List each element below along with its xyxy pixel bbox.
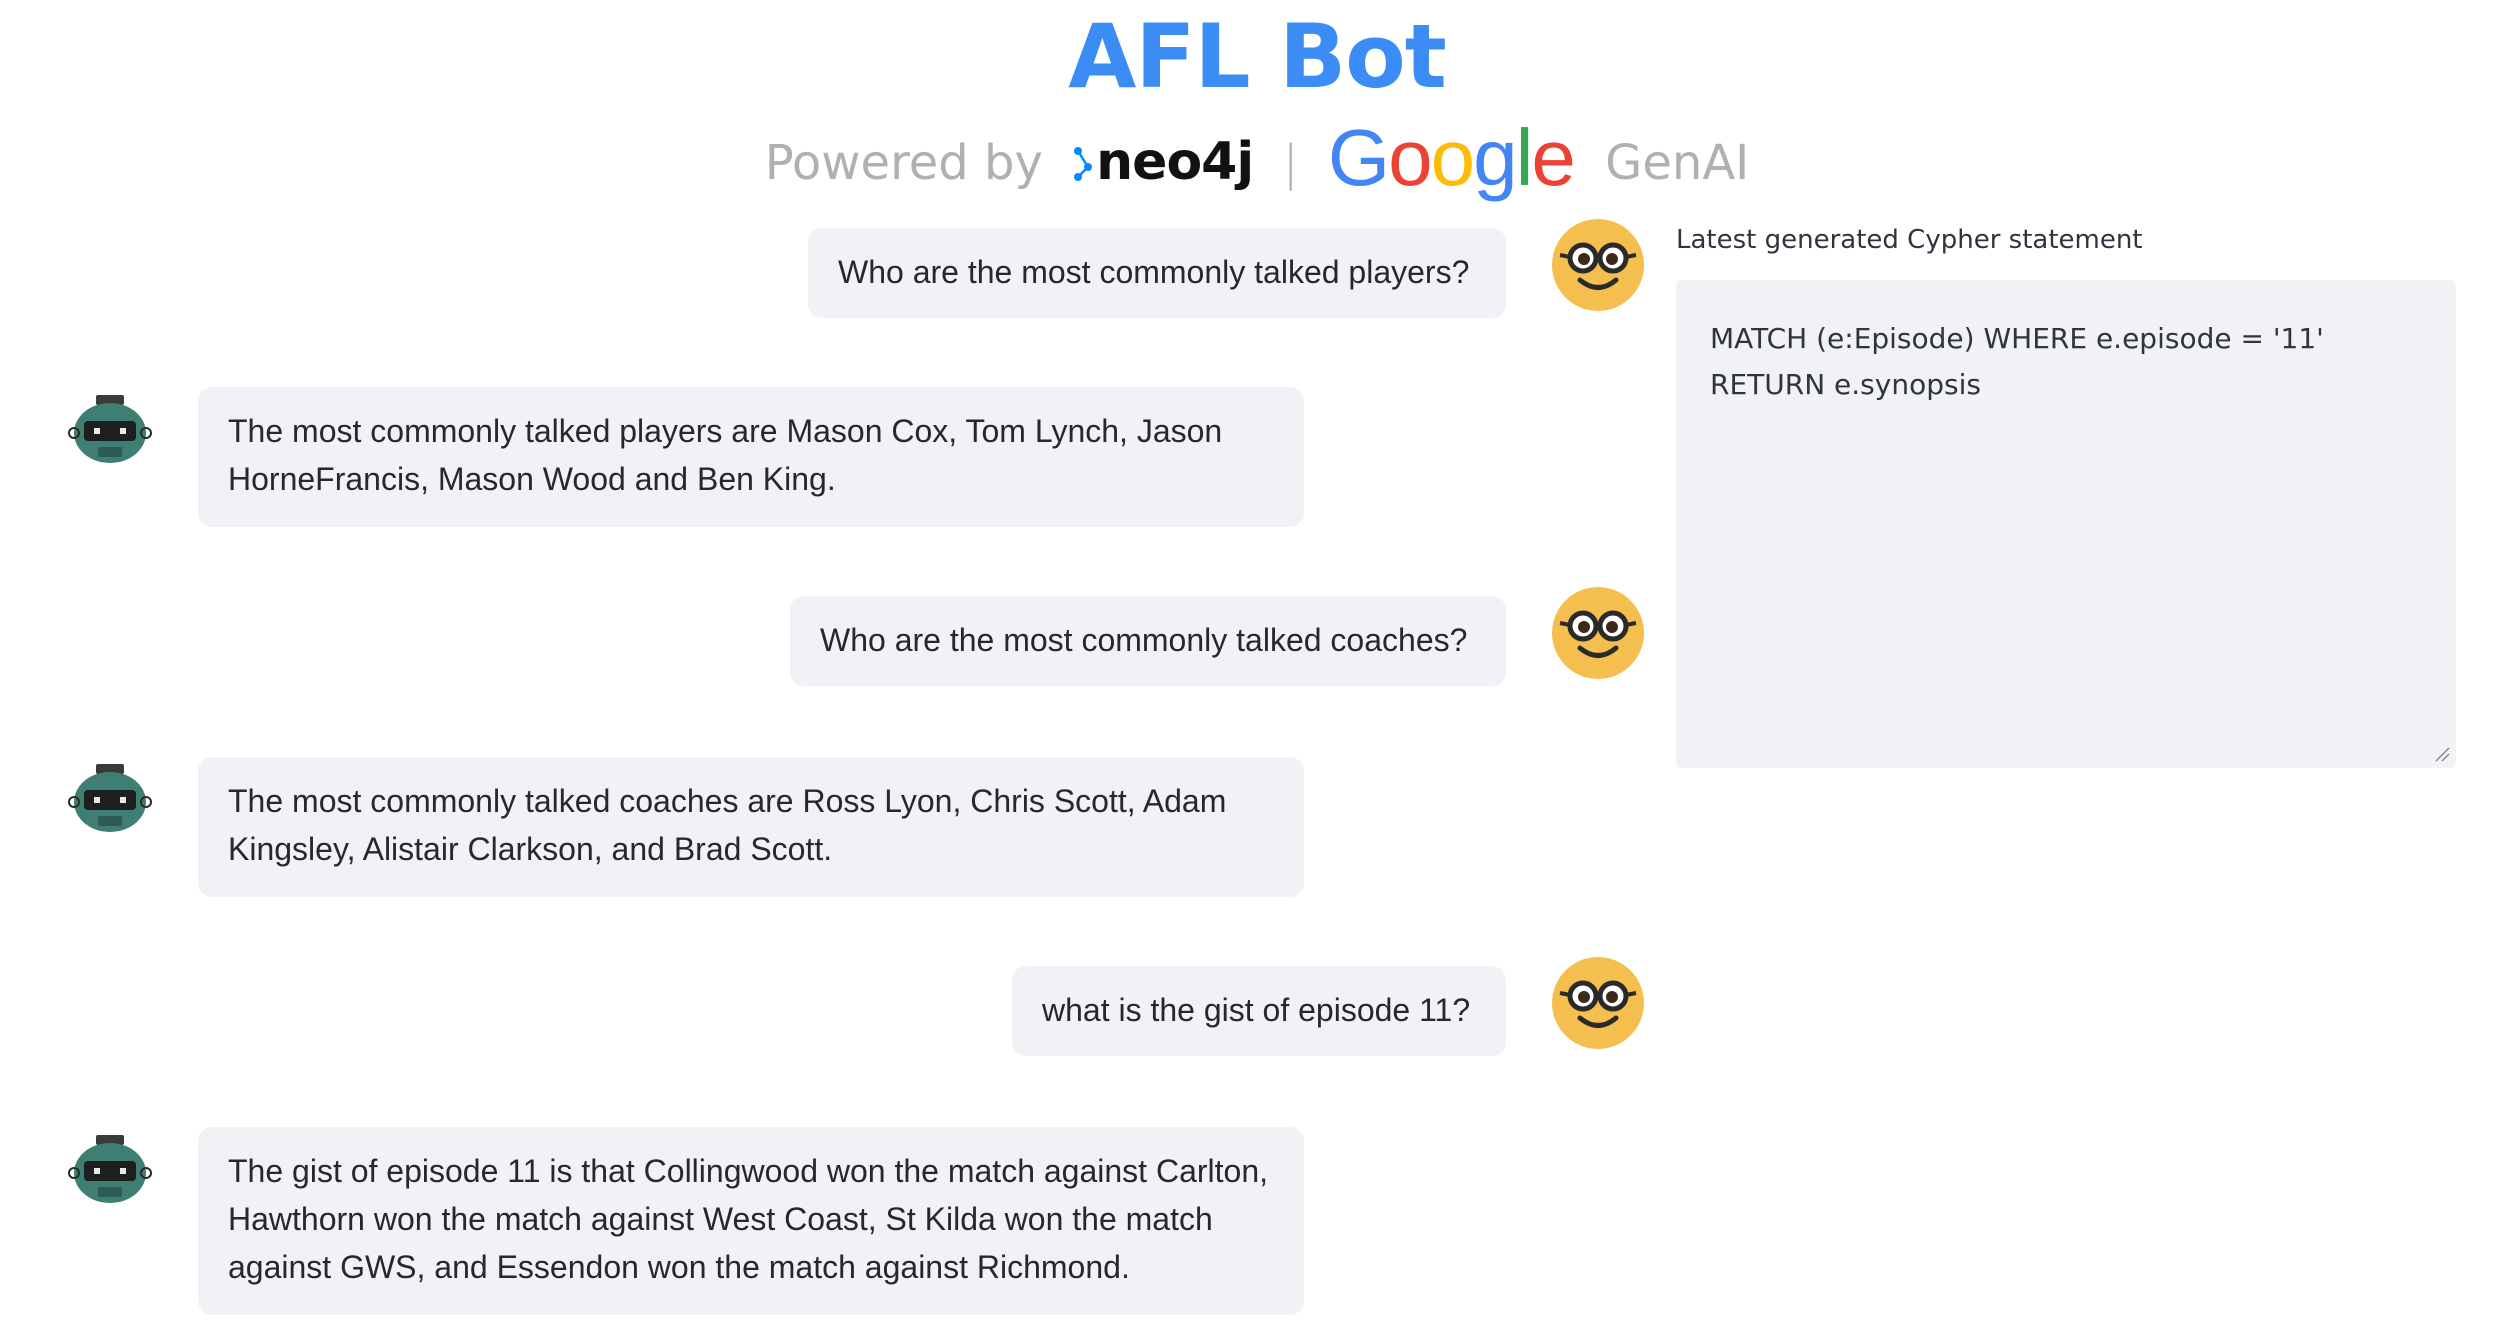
google-logo: Google	[1327, 113, 1576, 202]
cypher-label: Latest generated Cypher statement	[1676, 225, 2143, 255]
assistant-message: The most commonly talked coaches are Ros…	[198, 757, 1304, 897]
page-title: AFL Bot	[1068, 5, 1447, 108]
message-text: The most commonly talked players are Mas…	[228, 413, 1223, 497]
nerd-face-icon	[1552, 219, 1644, 311]
robot-icon	[68, 1135, 152, 1203]
robot-icon	[68, 764, 152, 832]
message-text: Who are the most commonly talked coaches…	[820, 622, 1468, 658]
nerd-face-icon	[1552, 587, 1644, 679]
user-message: what is the gist of episode 11?	[1012, 966, 1506, 1056]
user-message: Who are the most commonly talked players…	[808, 228, 1506, 318]
nerd-face-icon	[1552, 957, 1644, 1049]
user-message: Who are the most commonly talked coaches…	[790, 596, 1506, 686]
neo4j-wordmark: neo4j	[1096, 132, 1254, 192]
app-page: AFL Bot Powered by neo4j | Google GenAI …	[0, 0, 2514, 1336]
neo4j-logo: neo4j	[1072, 132, 1268, 192]
cypher-statement: MATCH (e:Episode) WHERE e.episode = '11'…	[1710, 322, 2324, 401]
message-text: what is the gist of episode 11?	[1042, 992, 1471, 1028]
neo4j-graph-icon	[1074, 147, 1093, 181]
message-text: Who are the most commonly talked players…	[838, 254, 1470, 290]
assistant-message: The most commonly talked players are Mas…	[198, 387, 1304, 527]
cypher-textarea[interactable]: MATCH (e:Episode) WHERE e.episode = '11'…	[1676, 280, 2456, 768]
message-text: The gist of episode 11 is that Collingwo…	[228, 1153, 1268, 1285]
logo-separator: |	[1282, 135, 1299, 191]
assistant-message: The gist of episode 11 is that Collingwo…	[198, 1127, 1304, 1315]
message-text: The most commonly talked coaches are Ros…	[228, 783, 1227, 867]
powered-by-label: Powered by	[764, 135, 1043, 191]
resize-handle-icon[interactable]	[2434, 746, 2450, 762]
robot-icon	[68, 395, 152, 463]
powered-by-line: Powered by neo4j | Google GenAI	[0, 115, 2514, 200]
genai-label: GenAI	[1605, 135, 1750, 191]
